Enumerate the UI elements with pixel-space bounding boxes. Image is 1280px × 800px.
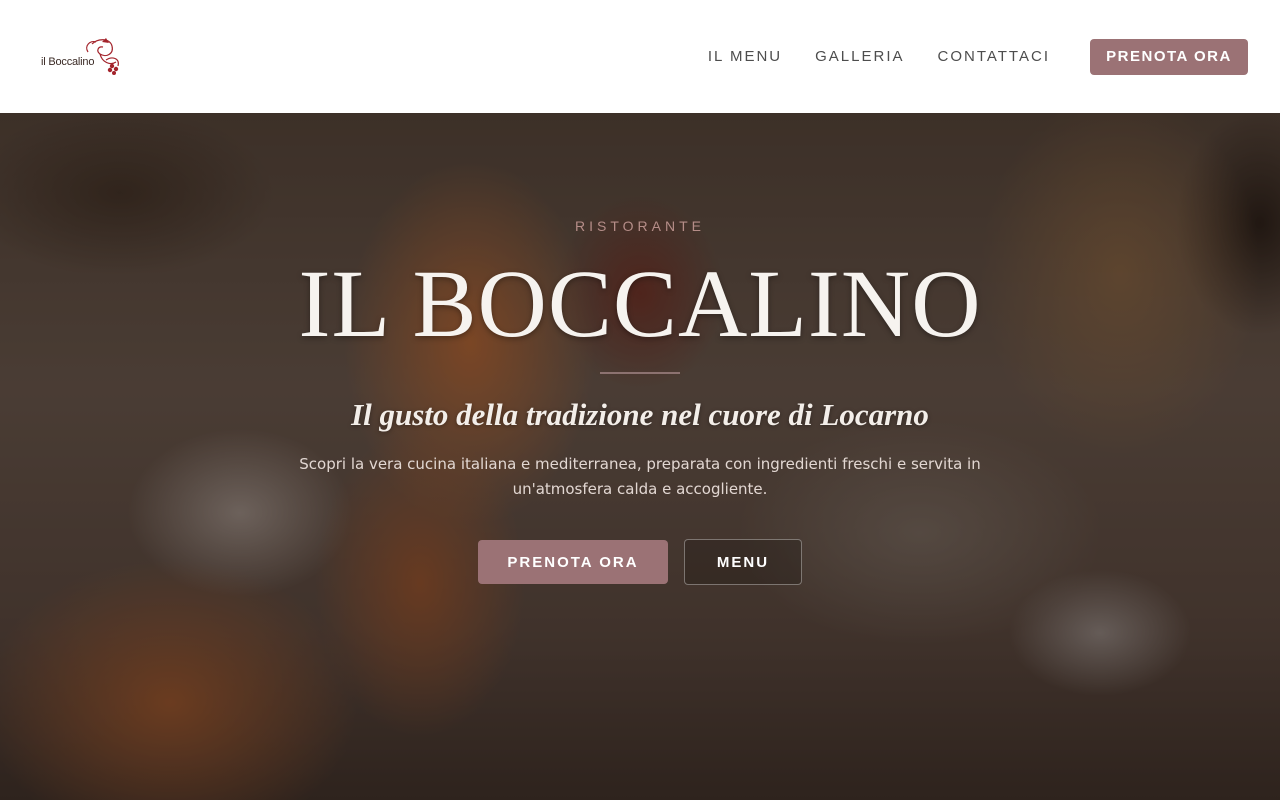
nav-item-gallery[interactable]: GALLERIA [815,48,904,65]
nav-item-menu[interactable]: IL MENU [708,48,782,65]
hero-section: RISTORANTE IL BOCCALINO Il gusto della t… [0,113,1280,800]
hero-eyebrow: RISTORANTE [575,218,705,234]
hero-tagline: Il gusto della tradizione nel cuore di L… [351,397,929,432]
header-book-now-button[interactable]: PRENOTA ORA [1090,38,1248,75]
site-logo[interactable]: il Boccalino [40,36,122,80]
hero-title: IL BOCCALINO [298,250,982,357]
hero-divider [600,372,680,374]
site-header: il Boccalino IL MENU GALLERIA CONTATTACI… [0,0,1280,113]
hero-book-now-button[interactable]: PRENOTA ORA [478,540,668,584]
hero-description: Scopri la vera cucina italiana e mediter… [299,455,981,498]
main-nav: IL MENU GALLERIA CONTATTACI PRENOTA ORA [675,38,1248,75]
hero-menu-button[interactable]: MENU [684,539,802,585]
logo-wordmark: il Boccalino [41,55,95,68]
nav-item-contact[interactable]: CONTATTACI [938,48,1051,65]
